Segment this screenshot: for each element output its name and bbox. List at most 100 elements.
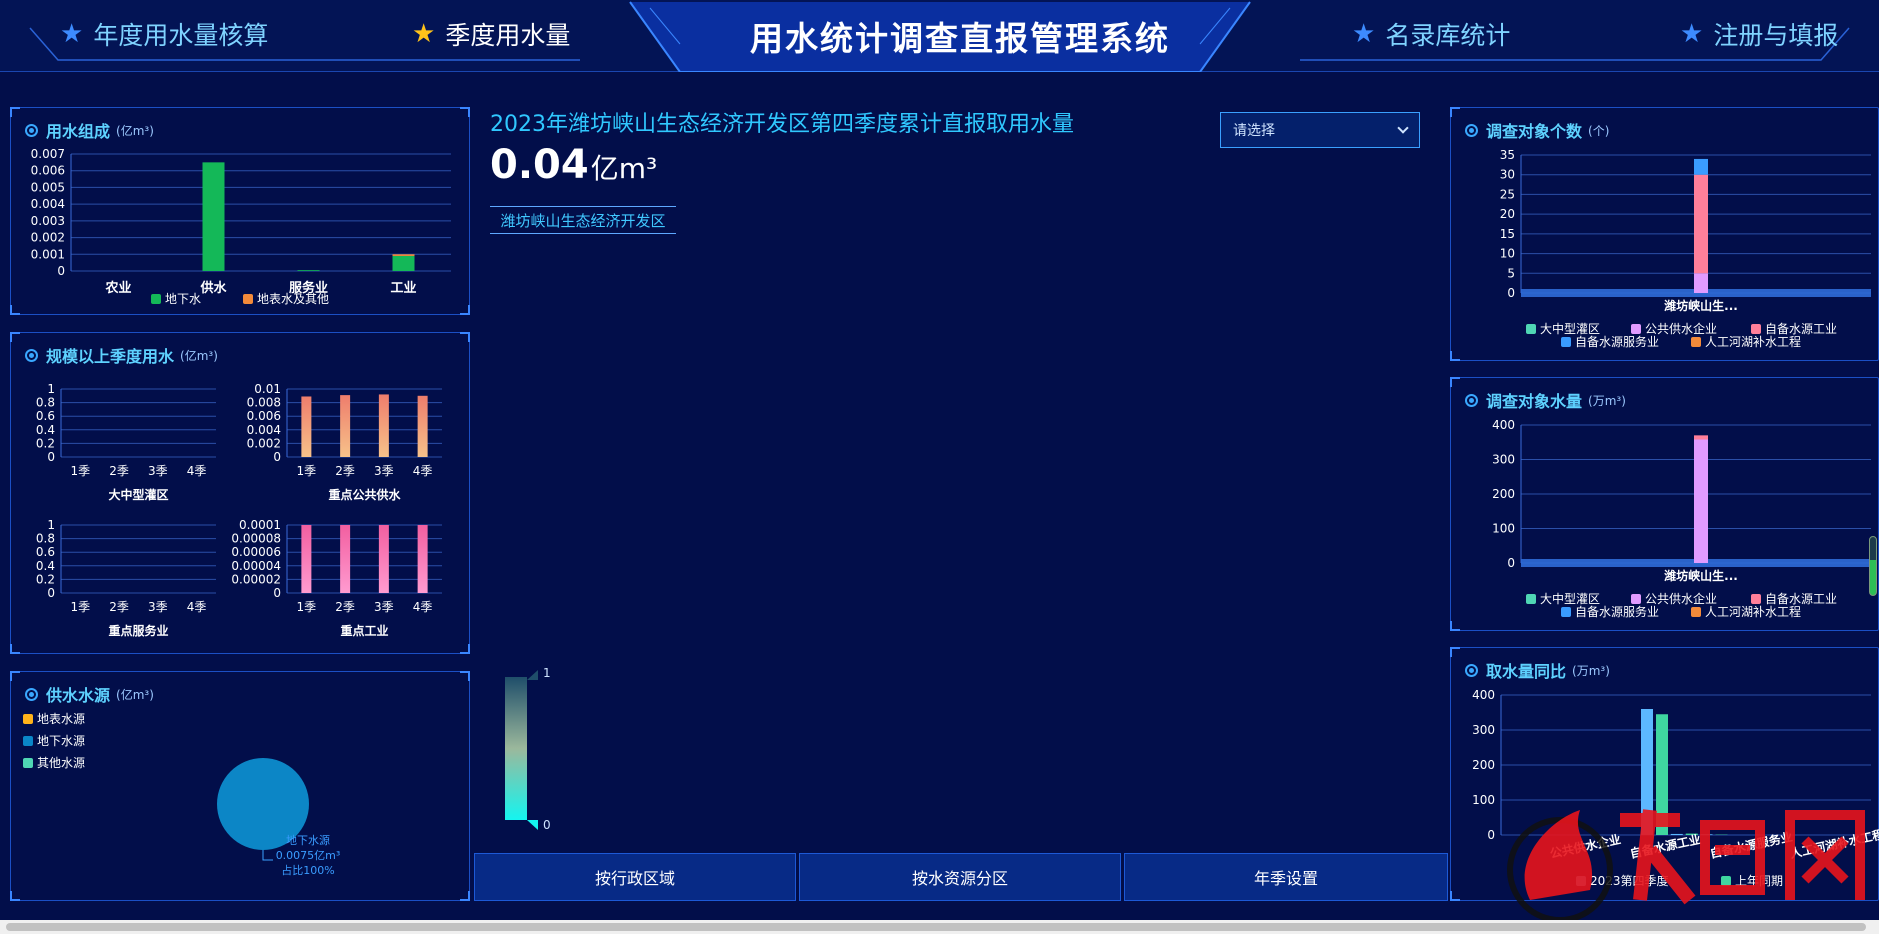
panel-unit: (亿m³) [116, 123, 154, 138]
legend-label: 人工河湖补水工程 [1705, 334, 1801, 349]
region-select[interactable]: 请选择 [1220, 112, 1420, 148]
bullet-icon [25, 687, 38, 701]
site-watermark-logo [1507, 809, 1865, 920]
bullet-icon [1465, 663, 1478, 677]
scrollbar-thumb[interactable] [6, 923, 1866, 931]
quarter-label: 4季 [187, 464, 207, 478]
panel-title: 用水组成 [46, 122, 111, 141]
nav-quarterly-water[interactable]: ★ 季度用水量 [412, 14, 570, 54]
quarter-label: 1季 [297, 464, 317, 478]
select-placeholder: 请选择 [1233, 123, 1275, 139]
quarter-bar [378, 394, 389, 457]
survey-swatch [1751, 594, 1761, 604]
tick-label: 0.6 [36, 409, 55, 423]
panel-header: 用水组成 (亿m³) [25, 118, 154, 142]
tick-label: 300 [1472, 723, 1495, 737]
bar-工业 [392, 255, 415, 271]
legend-label: 自备水源工业 [1765, 592, 1837, 606]
quarter-label: 2季 [109, 464, 129, 478]
legend-label: 地表水源 [37, 712, 85, 726]
by-admin-region-button[interactable]: 按行政区域 [474, 853, 796, 901]
tick-label: 0.001 [31, 247, 65, 261]
by-water-resource-zone-button[interactable]: 按水资源分区 [799, 853, 1121, 901]
star-icon: ★ [1680, 19, 1704, 49]
tick-label: 1 [47, 518, 55, 532]
top-navigation-bar: ★ 年度用水量核算 ★ 季度用水量 用水统计调查直报管理系统 ★ 名录库统计 ★… [0, 0, 1879, 72]
tick-label: 0.01 [254, 382, 281, 396]
panel-title: 取水量同比 [1486, 662, 1567, 681]
tick-label: 10 [1500, 247, 1515, 261]
bullet-icon [1465, 123, 1478, 137]
tick-label: 0.007 [31, 147, 65, 161]
stack-公共供水企业 [1694, 273, 1708, 293]
legend-label: 自备水源服务业 [1575, 334, 1659, 349]
nav-label: 年度用水量核算 [93, 21, 269, 50]
datazoom-slider[interactable] [1869, 536, 1877, 596]
panel-quarterly-water: 规模以上季度用水 (亿m³) 0 0.2 0.4 0.6 0.8 1 1季 2季 3季 4季 大中型灌… [10, 332, 470, 654]
region-tag[interactable]: 潍坊峡山生态经济开发区 [490, 206, 676, 234]
panel-survey-water: 调查对象水量 (万m³) 0 100 200 300 400 潍坊峡山生... 大中型灌区 公共… [1450, 377, 1879, 631]
category-label: 农业 [104, 280, 131, 296]
quarter-label: 4季 [413, 464, 433, 478]
legend-label: 地下水源 [37, 734, 85, 748]
bullet-icon [1465, 393, 1478, 407]
center-headline: 2023年潍坊峡山生态经济开发区第四季度累计直报取用水量 [490, 112, 1074, 137]
legend-handle-bottom[interactable] [527, 820, 538, 830]
quarter-bar [340, 395, 351, 457]
survey-swatch [1561, 607, 1571, 617]
nav-directory-stats[interactable]: ★ 名录库统计 [1352, 14, 1510, 54]
panel-title: 规模以上季度用水 [46, 347, 175, 366]
legend-label: 公共供水企业 [1645, 591, 1717, 606]
legend-label: 人工河湖补水工程 [1705, 604, 1801, 619]
category-label: 工业 [390, 280, 416, 296]
tick-label: 0.2 [36, 436, 55, 450]
source-swatch [23, 736, 33, 746]
pie-label-line [262, 850, 273, 861]
pie-label: 0.0075亿m³ [276, 849, 341, 862]
tick-label: 0 [47, 450, 55, 464]
total-unit: 亿m³ [590, 152, 658, 185]
nav-annual-water[interactable]: ★ 年度用水量核算 [60, 14, 268, 54]
panel-water-composition: 用水组成 (亿m³) 0 0.001 0.002 0.003 0.004 0.005 0.00… [10, 107, 470, 315]
panel-title: 调查对象个数 [1486, 122, 1583, 141]
star-icon: ★ [60, 19, 84, 49]
legend-min-label: 0 [543, 818, 551, 832]
panel-water-source: 供水水源 (亿m³) 地表水源 地下水源 其他水源 地下水源 0.0075亿m³ 占比100… [10, 671, 470, 901]
year-quarter-settings-button[interactable]: 年季设置 [1124, 853, 1448, 901]
panel-survey-count: 调查对象个数 (个) 0 5 10 15 20 25 30 35 潍坊峡山生... 大中型灌区 公共供… [1450, 107, 1879, 361]
mini-chart-title: 重点服务业 [108, 623, 168, 638]
tick-label: 0.8 [36, 396, 55, 410]
horizontal-scrollbar[interactable] [0, 920, 1879, 934]
tick-label: 0.002 [247, 436, 281, 450]
survey-swatch [1691, 337, 1701, 347]
bullet-icon [25, 348, 38, 362]
star-icon: ★ [1352, 19, 1376, 49]
panel-unit: (万m³) [1588, 393, 1626, 408]
tick-label: 0.002 [31, 231, 65, 245]
stack-自备水源服务业 [1694, 158, 1708, 175]
tick-label: 0 [273, 450, 281, 464]
tick-label: 30 [1500, 168, 1515, 182]
quarter-label: 2季 [335, 600, 355, 614]
tick-label: 0.4 [36, 559, 55, 573]
tick-label: 0.00004 [231, 559, 281, 573]
page-title: 用水统计调查直报管理系统 [750, 19, 1170, 58]
tick-label: 0.0001 [239, 518, 281, 532]
bar-供水 [202, 162, 225, 271]
quarter-label: 3季 [374, 600, 394, 614]
tick-label: 0.6 [36, 545, 55, 559]
tick-label: 1 [47, 382, 55, 396]
tick-label: 0.00002 [231, 572, 281, 586]
quarter-label: 2季 [335, 464, 355, 478]
panel-unit: (万m³) [1572, 663, 1610, 678]
legend-handle-top[interactable] [527, 670, 538, 680]
nav-register-report[interactable]: ★ 注册与填报 [1680, 14, 1838, 54]
legend-label: 地下水 [165, 292, 201, 306]
panel-title: 供水水源 [46, 686, 111, 705]
tick-label: 0 [57, 264, 65, 278]
map-visual-legend[interactable] [505, 677, 527, 820]
quarter-bar [417, 525, 428, 593]
legend-label: 自备水源工业 [1765, 322, 1837, 336]
legend-max-label: 1 [543, 666, 551, 680]
tick-label: 0.008 [247, 396, 281, 410]
